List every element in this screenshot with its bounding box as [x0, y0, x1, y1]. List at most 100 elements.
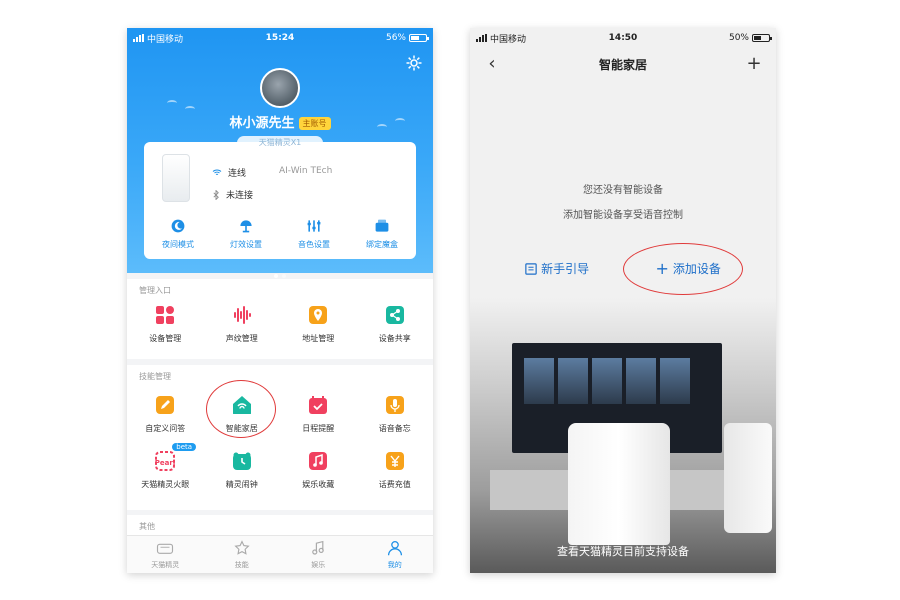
quick-actions: 夜间模式 灯效设置 音色设置 绑定魔盒	[144, 218, 416, 250]
quick-voice-settings[interactable]: 音色设置	[284, 218, 344, 250]
device-sharing[interactable]: 设备共享	[360, 305, 430, 344]
signal-icon	[133, 34, 144, 42]
tab-tmall-genie[interactable]: 天猫精灵	[135, 540, 195, 570]
custom-qa[interactable]: 自定义问答	[130, 395, 200, 434]
guide-icon	[525, 262, 537, 275]
voiceprint-management[interactable]: 声纹管理	[207, 305, 277, 344]
genie-alarm[interactable]: 精灵闹钟	[207, 451, 277, 490]
calendar-icon	[309, 396, 328, 414]
device-management[interactable]: 设备管理	[130, 305, 200, 344]
quick-bind-box[interactable]: 绑定魔盒	[352, 218, 412, 250]
battery-percent: 50%	[728, 33, 749, 43]
cell-label: 地址管理	[302, 334, 335, 343]
brand-label: AI-Win TEch	[279, 166, 333, 176]
gear-icon[interactable]	[405, 54, 423, 72]
quick-label: 音色设置	[298, 240, 330, 249]
device-name-tag: 天猫精灵X1	[237, 136, 323, 150]
cell-label: 设备共享	[378, 334, 411, 343]
nav-bar: ‹ 智能家居 +	[470, 48, 776, 80]
cell-label: 日程提醒	[302, 424, 335, 433]
wifi-icon	[212, 169, 222, 175]
entertainment-favorites[interactable]: 娱乐收藏	[283, 451, 353, 490]
music-note-icon	[312, 540, 325, 555]
tmall-fire-eye[interactable]: beta Pearl 天猫精灵火眼	[130, 443, 200, 490]
box-icon	[375, 219, 389, 232]
device-card[interactable]: 连线 未连接 AI-Win TEch 夜间模式 灯效设置 音色设置 绑定魔盒	[144, 142, 416, 259]
speaker-image	[162, 154, 190, 202]
cell-label: 语音备忘	[378, 424, 411, 433]
svg-text:Pearl: Pearl	[155, 459, 175, 467]
guide-label: 新手引导	[541, 262, 590, 276]
signal-icon	[476, 34, 487, 42]
tab-bar: 天猫精灵 技能 娱乐 我的	[127, 535, 433, 573]
mic-icon	[385, 396, 404, 414]
beta-badge: beta	[172, 443, 197, 451]
address-management[interactable]: 地址管理	[283, 305, 353, 344]
cell-label: 精灵闹钟	[225, 480, 258, 489]
bt-status-row: 未连接	[212, 188, 253, 201]
highlight-circle	[206, 380, 276, 438]
username: 林小源先生	[229, 116, 295, 131]
tab-label: 天猫精灵	[151, 561, 180, 569]
skills-section: 技能管理 自定义问答 智能家居 日程提醒 语音备忘 beta Pearl 天猫精…	[127, 365, 433, 510]
quick-light-settings[interactable]: 灯效设置	[216, 218, 276, 250]
beginner-guide-link[interactable]: 新手引导	[525, 260, 589, 277]
edit-icon	[156, 396, 175, 414]
battery-percent: 56%	[385, 33, 406, 43]
speaker-image	[568, 423, 670, 545]
battery-icon	[409, 34, 429, 42]
pearl-icon: Pearl	[155, 451, 175, 471]
bt-status: 未连接	[226, 191, 254, 201]
empty-message: 您还没有智能设备	[583, 185, 663, 196]
equalizer-icon	[307, 220, 321, 232]
quick-label: 绑定魔盒	[366, 240, 398, 249]
profile-header: 林小源先生 主账号 连线 未连接 AI-Win TEch 夜间模式 灯效设置 音…	[127, 28, 433, 278]
carrier-name: 中国移动	[490, 34, 527, 45]
schedule-reminder[interactable]: 日程提醒	[283, 395, 353, 434]
star-icon	[234, 540, 250, 555]
status-time: 14:50	[608, 33, 638, 43]
carrier-name: 中国移动	[147, 34, 184, 45]
cell-label: 声纹管理	[225, 334, 258, 343]
empty-hint: 添加智能设备享受语音控制	[563, 210, 683, 221]
bluetooth-icon	[213, 189, 219, 200]
phone-recharge[interactable]: 话费充值	[360, 451, 430, 490]
share-icon	[385, 306, 404, 324]
voiceprint-icon	[233, 306, 251, 324]
highlight-circle	[623, 243, 743, 295]
moon-icon	[171, 219, 185, 233]
alarm-icon	[232, 452, 251, 470]
main-account-badge: 主账号	[298, 117, 331, 130]
music-icon	[309, 452, 328, 470]
speaker-icon	[157, 543, 174, 554]
voice-memo[interactable]: 语音备忘	[360, 395, 430, 434]
cell-label: 天猫精灵火眼	[141, 480, 190, 489]
living-room-image: 查看天猫精灵目前支持设备	[470, 298, 776, 573]
add-button[interactable]: +	[744, 55, 764, 73]
right-phone-screen: 中国移动 14:50 50% ‹ 智能家居 + 您还没有智能设备 添加智能设备享…	[470, 28, 776, 573]
page-title: 智能家居	[598, 57, 647, 72]
tab-entertainment[interactable]: 娱乐	[288, 540, 348, 570]
cell-label: 话费充值	[378, 480, 411, 489]
quick-night-mode[interactable]: 夜间模式	[148, 218, 208, 250]
back-button[interactable]: ‹	[482, 55, 502, 73]
tab-skills[interactable]: 技能	[212, 540, 272, 570]
lamp-icon	[240, 220, 252, 233]
tab-mine[interactable]: 我的	[365, 540, 425, 570]
quick-label: 灯效设置	[230, 240, 262, 249]
supported-devices-link[interactable]: 查看天猫精灵目前支持设备	[470, 543, 776, 559]
person-icon	[387, 540, 402, 556]
left-phone-screen: 林小源先生 主账号 连线 未连接 AI-Win TEch 夜间模式 灯效设置 音…	[127, 28, 433, 573]
status-bar: 中国移动 14:50 50%	[470, 28, 776, 48]
avatar[interactable]	[260, 68, 300, 108]
battery-icon	[752, 34, 772, 42]
status-time: 15:24	[265, 33, 295, 43]
side-speaker-image	[724, 423, 772, 533]
recharge-icon	[385, 452, 404, 470]
tab-label: 我的	[387, 561, 402, 569]
tab-label: 技能	[234, 561, 249, 569]
section-title: 技能管理	[139, 372, 171, 381]
quick-label: 夜间模式	[162, 240, 194, 249]
location-icon	[309, 306, 328, 324]
tab-label: 娱乐	[311, 561, 326, 569]
